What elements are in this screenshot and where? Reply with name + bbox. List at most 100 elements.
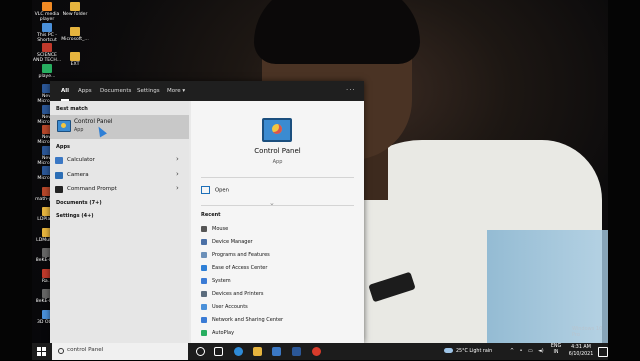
recent-item-label: System [212, 278, 231, 284]
cortana-icon[interactable] [196, 347, 205, 356]
calculator-icon [55, 157, 63, 164]
app-result-label: Command Prompt [67, 186, 117, 192]
app-result-calculator[interactable]: Calculator › [50, 154, 189, 168]
desktop-icon[interactable]: This PC - Shortcut [32, 22, 62, 44]
best-match-control-panel[interactable]: Control Panel App [50, 115, 189, 139]
command-prompt-icon [55, 186, 63, 193]
weather-icon[interactable] [444, 343, 454, 360]
recent-item-label: Device Manager [212, 239, 253, 245]
search-icon [58, 348, 64, 354]
recent-item-icon [201, 264, 207, 271]
desktop-folder-icon[interactable]: New folder [60, 2, 90, 17]
desktop-folder-icon[interactable]: EXT [60, 52, 90, 67]
recent-item[interactable]: User Accounts [201, 302, 248, 312]
taskbar-search-box[interactable]: control Panel [52, 343, 188, 360]
recorder-icon[interactable] [312, 347, 321, 356]
recent-item-icon [201, 303, 207, 310]
recent-item-icon [201, 277, 207, 284]
recent-item[interactable]: Programs and Features [201, 250, 270, 260]
results-pane: Best match Control Panel App Apps Calcul… [50, 101, 189, 343]
desktop-icon-label: Microsoft_... [61, 37, 89, 42]
wallpaper-hair [254, 0, 420, 64]
notifications-icon[interactable] [598, 347, 608, 357]
file-explorer-icon[interactable] [253, 347, 262, 356]
recent-item-label: Network and Sharing Center [212, 317, 284, 323]
recent-item[interactable]: Device Manager [201, 237, 253, 247]
store-icon[interactable] [272, 347, 281, 356]
recent-item-label: AutoPlay [212, 330, 235, 336]
word-icon[interactable] [292, 347, 301, 356]
letterbox-right [608, 0, 640, 360]
folder-icon [70, 27, 80, 36]
task-view-icon[interactable] [214, 347, 223, 356]
taskbar: control Panel 25°C Light rain ^ • ▭ ◄) E… [32, 343, 608, 360]
mouse-cursor-icon [95, 124, 107, 138]
desktop-icon-image [42, 22, 52, 32]
app-result-camera[interactable]: Camera › [50, 169, 189, 183]
apps-header: Apps [56, 144, 71, 150]
camera-icon [55, 171, 63, 179]
windows-start-icon[interactable] [37, 347, 46, 356]
recent-item-icon [201, 238, 207, 245]
start-menu-tabs: All Apps Documents Settings More ▾ ··· [50, 81, 364, 101]
activation-watermark: Windows 10 Pro [572, 326, 603, 338]
control-panel-icon [57, 120, 71, 132]
app-result-command-prompt[interactable]: Command Prompt › [50, 183, 189, 197]
recent-item-label: Devices and Printers [212, 291, 264, 297]
folder-icon [70, 2, 80, 11]
open-icon [201, 186, 210, 194]
start-menu: All Apps Documents Settings More ▾ ··· B… [50, 81, 364, 343]
desktop-folder-icon[interactable]: Microsoft_... [60, 27, 90, 42]
recent-item-icon [201, 316, 207, 323]
recent-item-icon [201, 329, 207, 336]
app-result-label: Calculator [67, 157, 95, 163]
recent-item-icon [201, 251, 207, 258]
tab-documents[interactable]: Documents [100, 81, 131, 101]
volume-icon[interactable]: ◄) [538, 349, 544, 354]
control-panel-large-icon [262, 118, 292, 142]
recent-item-label: Mouse [212, 226, 229, 232]
tab-apps[interactable]: Apps [78, 81, 92, 101]
more-options-icon[interactable]: ··· [346, 81, 356, 101]
recent-item[interactable]: AutoPlay [201, 328, 234, 338]
search-input-text: control Panel [67, 347, 104, 353]
weather-text[interactable]: 25°C Light rain [456, 343, 492, 360]
recent-header: Recent [201, 212, 221, 218]
recent-item[interactable]: Network and Sharing Center [201, 315, 283, 325]
recent-item-icon [201, 225, 207, 232]
network-icon[interactable]: ▭ [528, 349, 533, 354]
tab-more[interactable]: More ▾ [167, 81, 185, 101]
best-match-title: Control Panel [74, 119, 113, 125]
documents-header[interactable]: Documents (7+) [56, 200, 102, 206]
divider [201, 177, 354, 178]
desktop-icon[interactable]: playe... [32, 63, 62, 79]
settings-header[interactable]: Settings (4+) [56, 213, 94, 219]
chevron-up-icon[interactable]: ^ [510, 349, 514, 354]
desktop-icon-label: New folder [62, 12, 88, 17]
desktop-icon-image [42, 43, 52, 52]
open-action[interactable]: Open [201, 186, 229, 194]
edge-icon[interactable] [234, 347, 243, 356]
chevron-right-icon[interactable]: › [176, 155, 179, 163]
recent-item[interactable]: System [201, 276, 231, 286]
letterbox-left [0, 0, 32, 360]
chevron-right-icon[interactable]: › [176, 170, 179, 178]
tab-settings[interactable]: Settings [137, 81, 160, 101]
recent-item-label: User Accounts [212, 304, 248, 310]
preview-pane: Control Panel App Open ⌄ Recent Mouse Dev… [191, 101, 364, 343]
desktop-icon[interactable]: VLC media player [32, 2, 62, 23]
clock-time: 4:31 AM [571, 345, 591, 350]
desktop-icon[interactable]: SCIENCE AND TECH... [32, 43, 62, 64]
tray-icons[interactable]: ^ • ▭ ◄) [510, 343, 544, 360]
chevron-right-icon[interactable]: › [176, 184, 179, 192]
recent-item[interactable]: Ease of Access Center [201, 263, 267, 273]
language-indicator[interactable]: ENG IN [550, 344, 562, 361]
recent-item[interactable]: Devices and Printers [201, 289, 264, 299]
clock[interactable]: 4:31 AM 6/10/2021 [566, 344, 596, 361]
recent-item[interactable]: Mouse [201, 224, 228, 234]
mic-icon[interactable]: • [520, 349, 523, 354]
preview-subtitle: App [272, 159, 283, 165]
tab-all[interactable]: All [61, 81, 70, 101]
recent-item-label: Programs and Features [212, 252, 270, 258]
recent-item-label: Ease of Access Center [212, 265, 268, 271]
